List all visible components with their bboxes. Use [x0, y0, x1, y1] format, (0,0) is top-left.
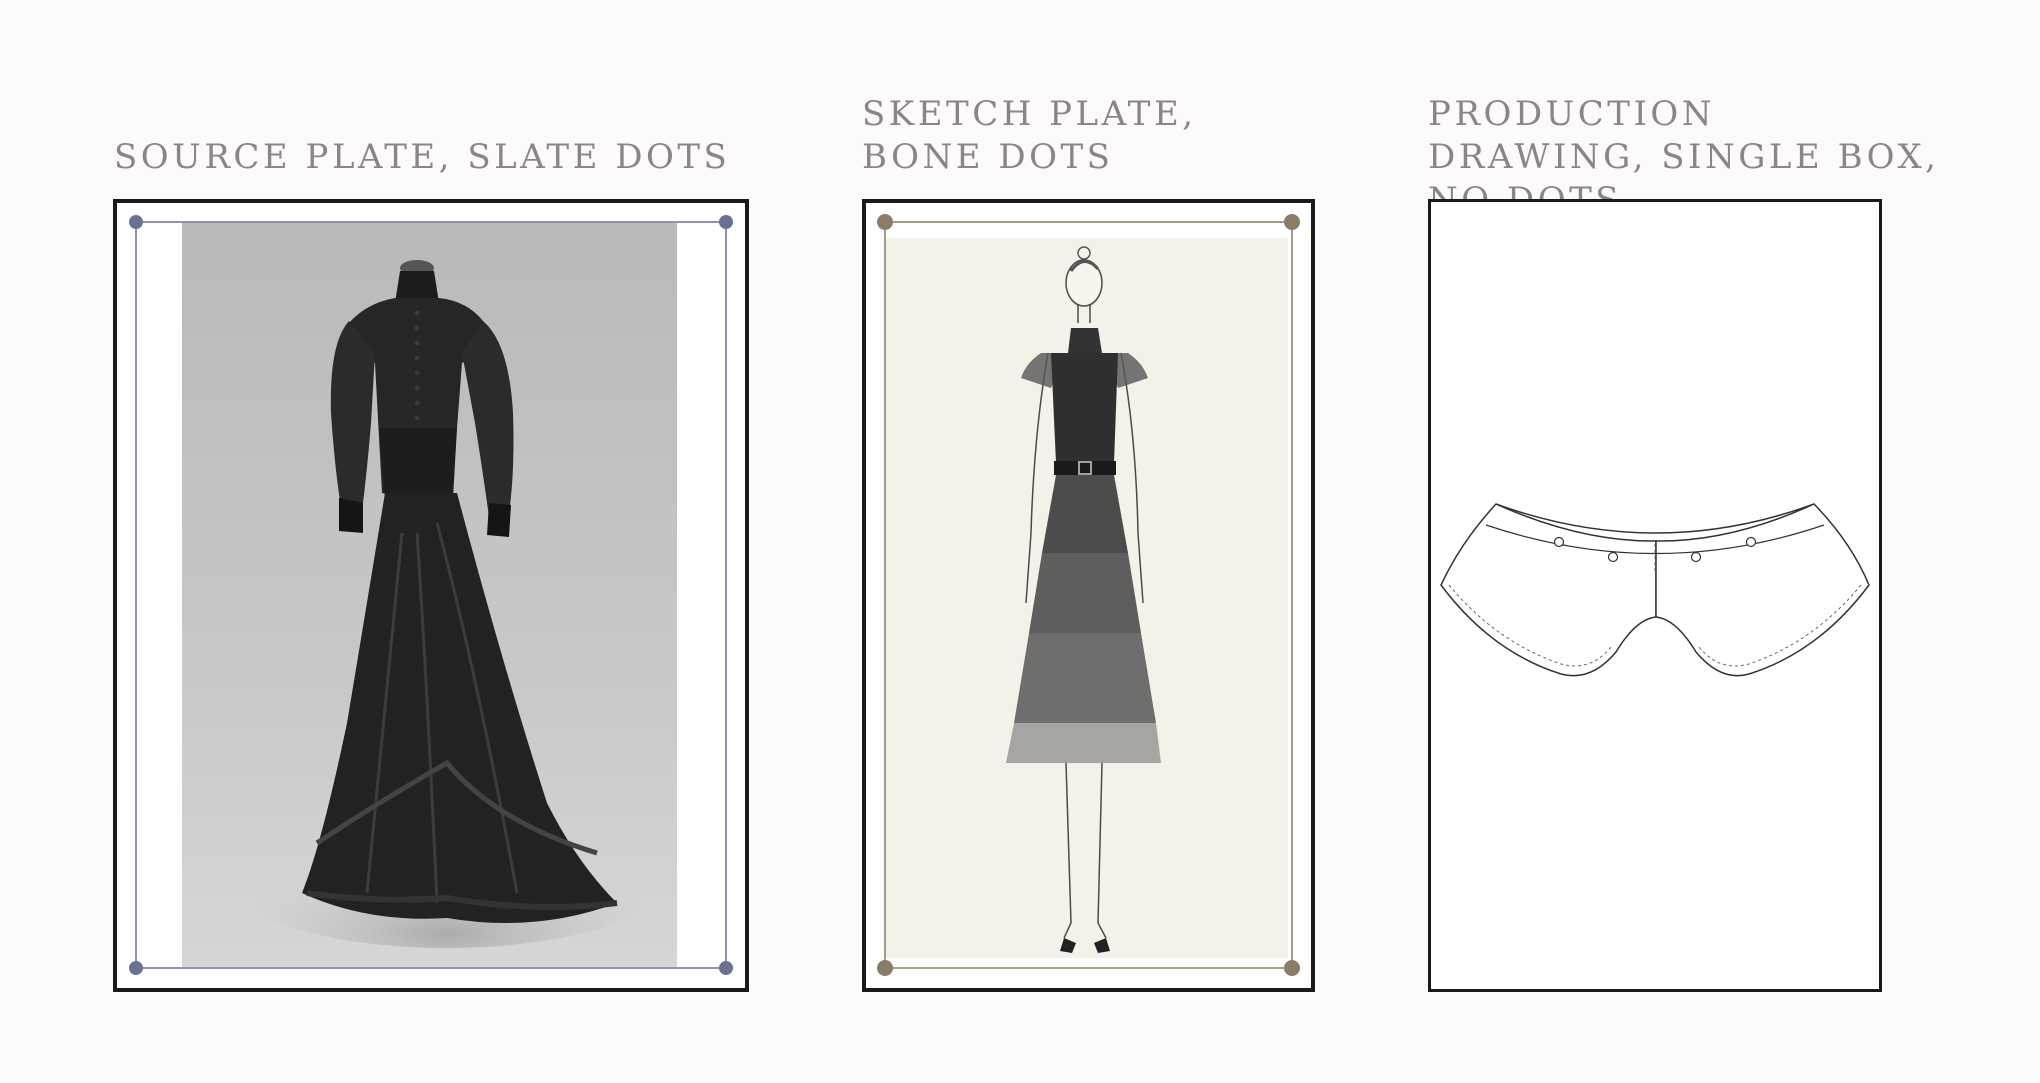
corner-dot: [719, 215, 733, 229]
corner-dot: [129, 215, 143, 229]
corner-dot: [129, 961, 143, 975]
corner-dot: [877, 214, 893, 230]
source-plate: [113, 199, 749, 992]
source-plate-art: [129, 215, 733, 975]
sketch-plate: [862, 199, 1315, 992]
sketch-plate-art: [877, 214, 1300, 976]
plate-caption-source: SOURCE PLATE, SLATE DOTS: [114, 137, 731, 177]
production-plate: [1428, 199, 1882, 992]
corner-dot: [719, 961, 733, 975]
plate-caption-sketch: SKETCH PLATE, BONE DOTS: [862, 94, 1197, 177]
corner-dot: [877, 960, 893, 976]
corner-dot: [1284, 960, 1300, 976]
collar-drawing: [1440, 503, 1870, 677]
corner-dot: [1284, 214, 1300, 230]
